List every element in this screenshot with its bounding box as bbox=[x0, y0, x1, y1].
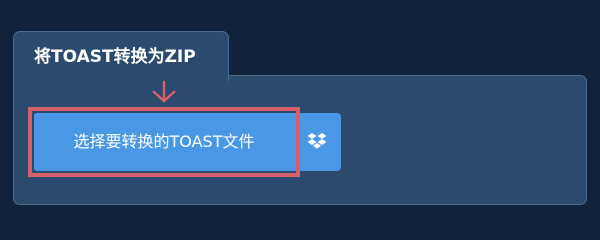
arrow-down-icon bbox=[152, 80, 176, 103]
choose-file-button[interactable]: 选择要转换的TOAST文件 bbox=[34, 113, 294, 171]
dropbox-icon bbox=[307, 133, 327, 149]
tab-title: 将TOAST转换为ZIP bbox=[34, 47, 196, 67]
converter-tab: 将TOAST转换为ZIP bbox=[13, 31, 229, 81]
dropbox-button[interactable] bbox=[294, 113, 341, 171]
